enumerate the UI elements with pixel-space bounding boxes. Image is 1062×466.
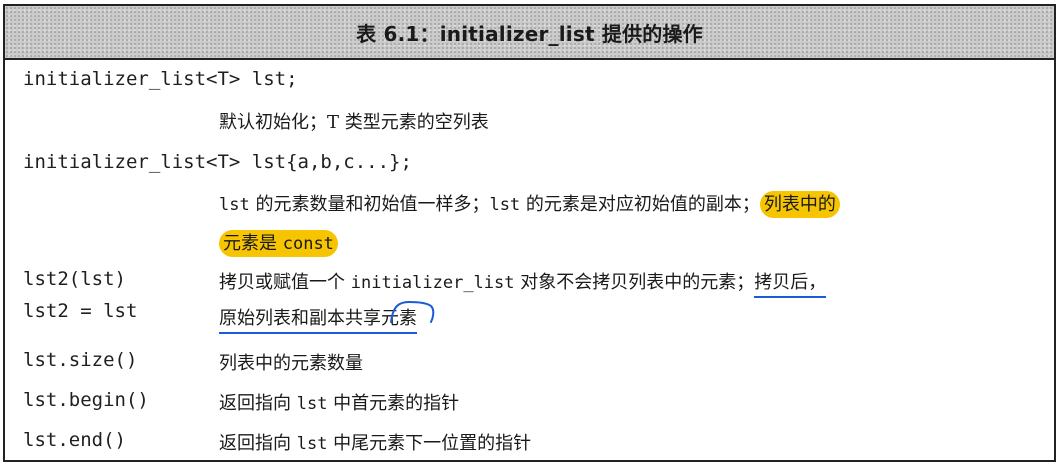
row-code: lst.end() xyxy=(23,429,126,451)
row-code: lst2(lst) xyxy=(23,268,126,290)
row-description: 返回指向 lst 中尾元素下一位置的指针 xyxy=(219,429,531,455)
text-fragment: 元素是 xyxy=(223,233,283,254)
highlighted-text: 元素是 const xyxy=(219,230,338,257)
row-code: lst2 = lst xyxy=(23,300,138,322)
code-fragment: const xyxy=(282,234,334,254)
text-fragment: 中首元素的指针 xyxy=(327,393,460,414)
text-fragment: 对象不会拷贝列表中的元素； xyxy=(514,272,755,293)
row-description-line-1: lst 的元素数量和初始值一样多；lst 的元素是对应初始值的副本； 列表中的 xyxy=(219,190,840,218)
row-code: lst.size() xyxy=(23,349,138,371)
text-fragment: 返回指向 xyxy=(219,433,297,454)
row-description-line-2: 原始列表和副本共享元素 xyxy=(219,304,417,334)
text-fragment: 的元素是对应初始值的副本； xyxy=(520,194,760,215)
table-caption: 表 6.1：initializer_list 提供的操作 xyxy=(356,21,703,46)
code-fragment: initializer_list xyxy=(350,273,515,293)
row-description-line-1: 拷贝或赋值一个 initializer_list 对象不会拷贝列表中的元素；拷贝… xyxy=(219,268,827,298)
row-code: initializer_list<T> lst; xyxy=(23,68,298,90)
row-code: lst.begin() xyxy=(23,389,149,411)
row-description: 列表中的元素数量 xyxy=(219,353,363,374)
text-fragment: 中尾元素下一位置的指针 xyxy=(327,433,532,454)
underlined-text: 原始列表和副本共享元素 xyxy=(219,308,417,334)
row-description-line-2: 元素是 const xyxy=(219,229,338,257)
code-fragment: lst xyxy=(489,195,521,215)
row-description: 默认初始化；T 类型元素的空列表 xyxy=(219,112,489,133)
text-fragment: 的元素数量和初始值一样多； xyxy=(249,194,490,215)
underlined-text: 拷贝后， xyxy=(754,272,827,298)
highlighted-text: 列表中的 xyxy=(759,191,840,218)
table-caption-bar: 表 6.1：initializer_list 提供的操作 xyxy=(5,6,1054,60)
text-fragment: 拷贝或赋值一个 xyxy=(219,272,351,293)
row-code: initializer_list<T> lst{a,b,c...}; xyxy=(23,151,412,173)
code-fragment: lst xyxy=(296,434,328,454)
operations-table: 表 6.1：initializer_list 提供的操作 initializer… xyxy=(3,4,1056,462)
row-description: 返回指向 lst 中首元素的指针 xyxy=(219,389,459,415)
code-fragment: lst xyxy=(219,195,250,215)
text-fragment: 返回指向 xyxy=(219,393,297,414)
code-fragment: lst xyxy=(296,394,328,414)
